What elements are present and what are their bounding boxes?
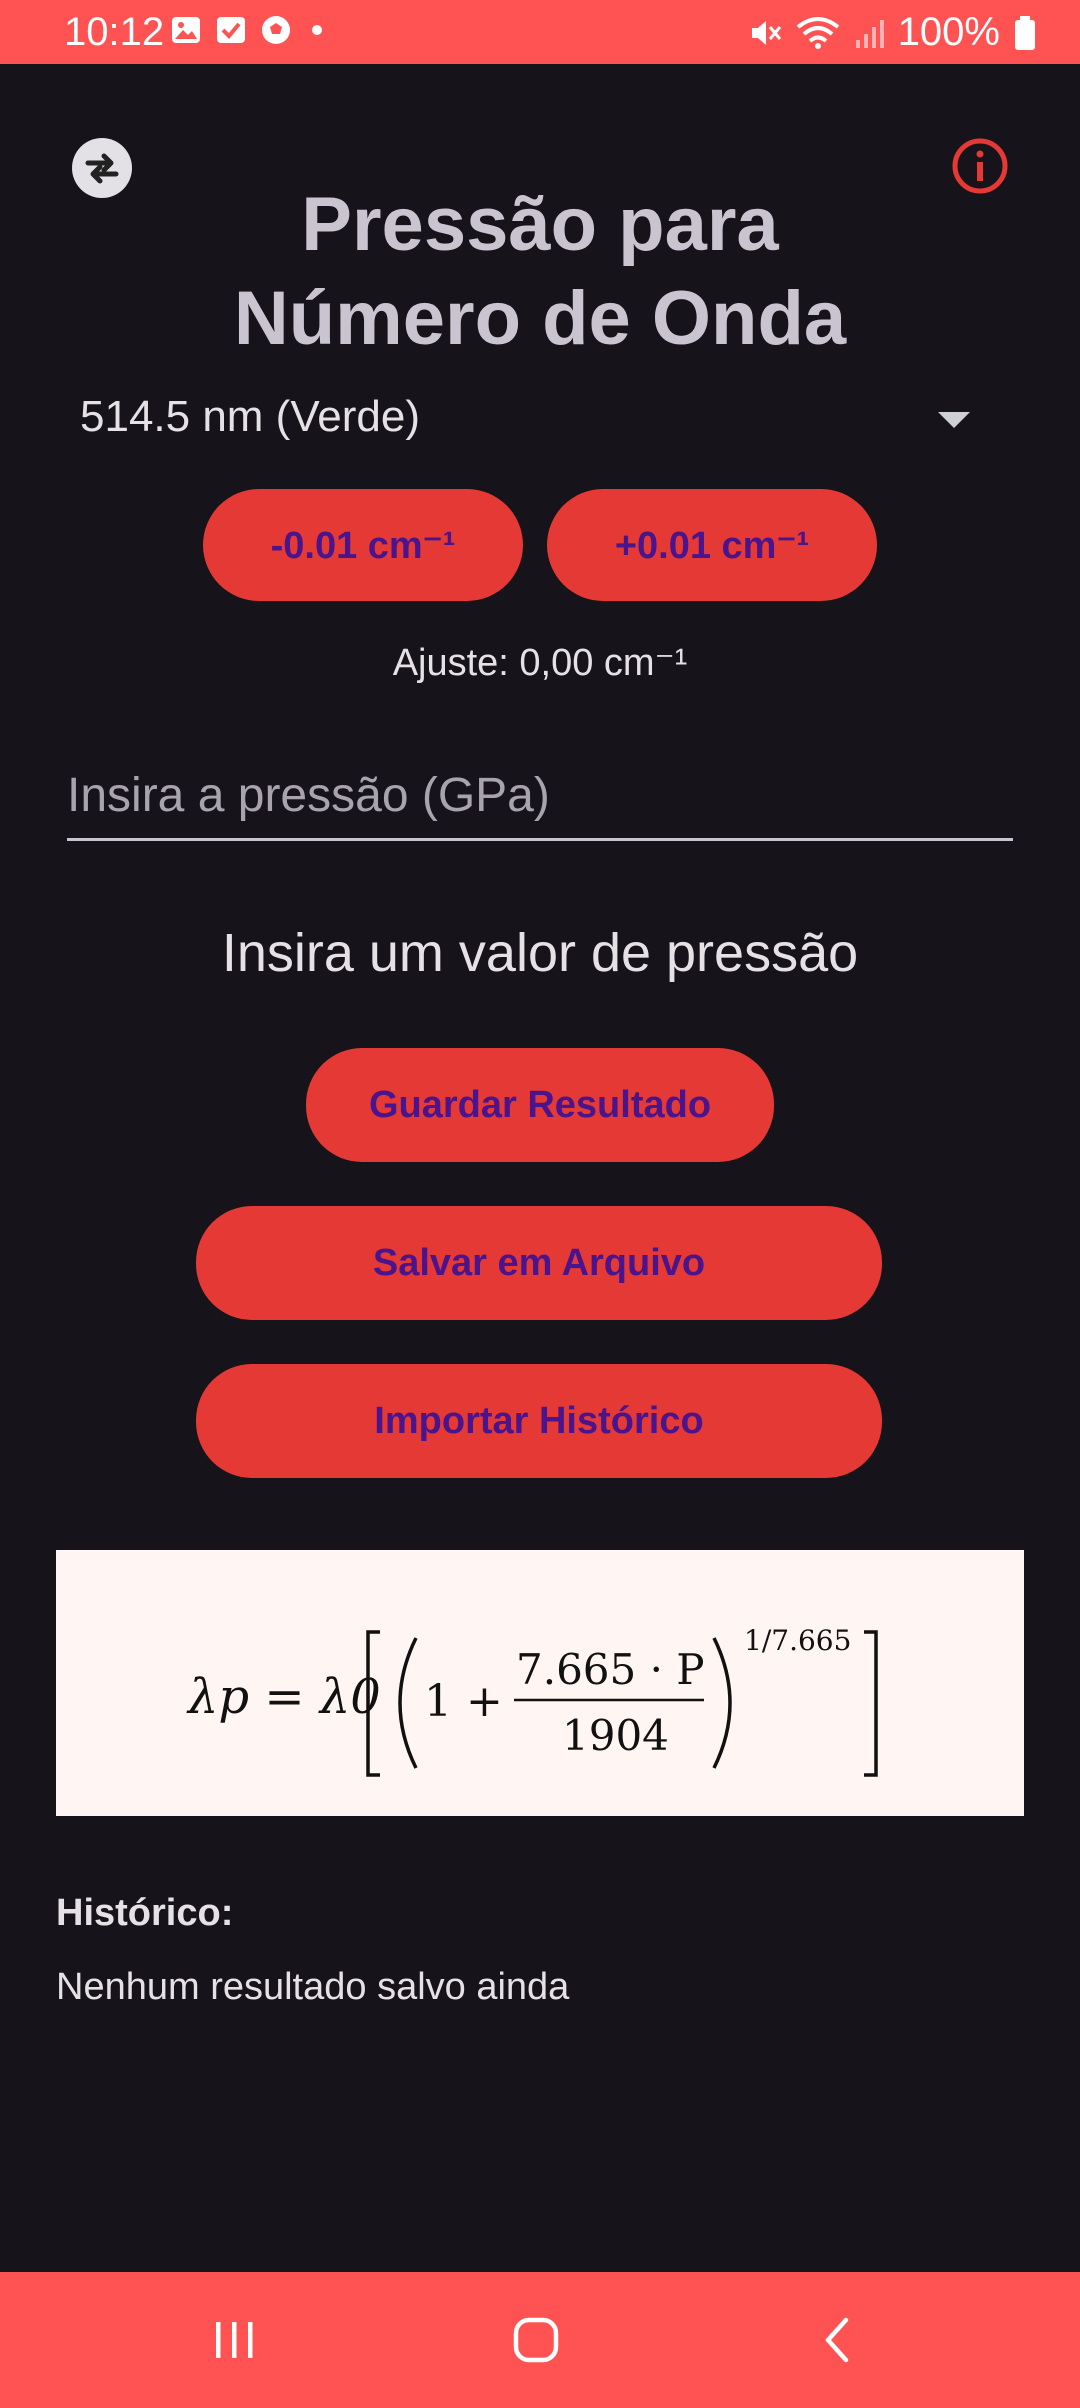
history-label: Histórico: [56, 1892, 234, 1934]
image-icon [172, 17, 200, 43]
battery-percent: 100% [897, 10, 1000, 54]
title-line-1: Pressão para [301, 182, 779, 267]
swap-button[interactable] [72, 138, 132, 198]
pressure-input[interactable] [67, 768, 1013, 823]
info-icon [952, 138, 1008, 194]
swap-icon [85, 153, 119, 184]
dropdown-caret-icon [938, 412, 970, 428]
formula-svg: λp = λ0 1 + 7.665 · P 1904 1/7.665 [186, 1624, 878, 1777]
recent-apps-icon[interactable] [204, 2310, 264, 2370]
home-icon[interactable] [506, 2310, 566, 2370]
right-paren [712, 1637, 732, 1769]
status-bar: 10:12 100% [0, 0, 1080, 64]
save-result-button[interactable]: Guardar Resultado [306, 1048, 774, 1162]
decrease-button[interactable]: -0.01 cm⁻¹ [203, 489, 523, 601]
page-title: Pressão para Número de Onda [140, 178, 940, 366]
adjust-value: Ajuste: 0,00 cm⁻¹ [392, 642, 688, 684]
laser-dropdown[interactable]: 514.5 nm (Verde) [80, 392, 980, 452]
save-file-button[interactable]: Salvar em Arquivo [196, 1206, 882, 1320]
signal-icon [855, 19, 884, 48]
formula-box: λp = λ0 1 + 7.665 · P 1904 1/7.665 [56, 1550, 1024, 1816]
import-history-button[interactable]: Importar Histórico [196, 1364, 882, 1478]
battery-icon [1015, 15, 1035, 50]
left-paren [398, 1637, 418, 1769]
wifi-icon [796, 16, 839, 49]
soccer-ball-icon [262, 16, 290, 44]
check-icon [217, 17, 245, 43]
formula-one-plus: 1 + [424, 1676, 503, 1727]
dot-icon [312, 25, 322, 35]
title-line-2: Número de Onda [233, 276, 847, 361]
back-icon[interactable] [808, 2310, 868, 2370]
increase-button[interactable]: +0.01 cm⁻¹ [547, 489, 877, 601]
result-message: Insira um valor de pressão [221, 923, 859, 983]
status-time: 10:12 [64, 10, 165, 54]
formula-lhs: λp = λ0 [186, 1669, 381, 1725]
formula-numerator: 7.665 · P [516, 1645, 705, 1694]
formula-exponent: 1/7.665 [744, 1624, 851, 1657]
info-button[interactable] [950, 136, 1010, 196]
navigation-bar [0, 2272, 1080, 2408]
formula-denominator: 1904 [562, 1711, 669, 1760]
laser-selected-value: 514.5 nm (Verde) [80, 392, 420, 441]
mute-icon [751, 20, 781, 45]
history-empty-text: Nenhum resultado salvo ainda [56, 1966, 570, 2008]
pressure-field[interactable] [67, 768, 1013, 841]
right-bracket [864, 1630, 878, 1777]
